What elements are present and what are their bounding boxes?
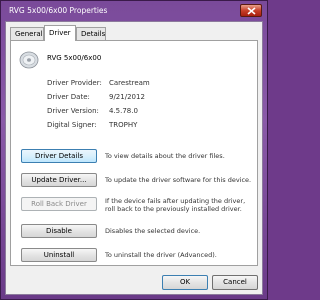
driver-tab-panel: RVG 5x00/6x00 Driver Provider: Carestrea… xyxy=(10,40,258,266)
driver-version-value: 4.5.78.0 xyxy=(109,107,138,115)
disable-description: Disables the selected device. xyxy=(105,227,201,235)
tab-driver[interactable]: Driver xyxy=(44,25,76,41)
tab-details[interactable]: Details xyxy=(76,27,106,40)
disable-button[interactable]: Disable xyxy=(21,224,97,238)
uninstall-description: To uninstall the driver (Advanced). xyxy=(105,251,217,259)
close-button[interactable] xyxy=(240,4,262,17)
driver-details-description: To view details about the driver files. xyxy=(105,152,225,160)
window-title: RVG 5x00/6x00 Properties xyxy=(9,6,108,15)
driver-provider-value: Carestream xyxy=(109,79,150,87)
close-icon xyxy=(247,7,256,15)
update-driver-button[interactable]: Update Driver... xyxy=(21,173,97,187)
ok-button[interactable]: OK xyxy=(162,275,208,290)
properties-window: RVG 5x00/6x00 Properties General Driver … xyxy=(0,0,268,300)
tab-general[interactable]: General xyxy=(10,27,44,40)
driver-date-label: Driver Date: xyxy=(47,93,90,101)
digital-signer-value: TROPHY xyxy=(109,121,138,129)
dialog-body: General Driver Details RVG 5x00/6x00 Dri… xyxy=(5,21,263,295)
roll-back-driver-button[interactable]: Roll Back Driver xyxy=(21,197,97,211)
uninstall-button[interactable]: Uninstall xyxy=(21,248,97,262)
driver-version-label: Driver Version: xyxy=(47,107,99,115)
driver-date-value: 9/21/2012 xyxy=(109,93,145,101)
driver-provider-label: Driver Provider: xyxy=(47,79,102,87)
update-driver-description: To update the driver software for this d… xyxy=(105,176,252,184)
title-bar[interactable]: RVG 5x00/6x00 Properties xyxy=(1,1,267,21)
digital-signer-label: Digital Signer: xyxy=(47,121,97,129)
driver-details-button[interactable]: Driver Details xyxy=(21,149,97,163)
disc-drive-icon xyxy=(19,51,39,69)
device-name: RVG 5x00/6x00 xyxy=(47,54,102,62)
cancel-button[interactable]: Cancel xyxy=(212,275,258,290)
roll-back-driver-description: If the device fails after updating the d… xyxy=(105,197,246,213)
